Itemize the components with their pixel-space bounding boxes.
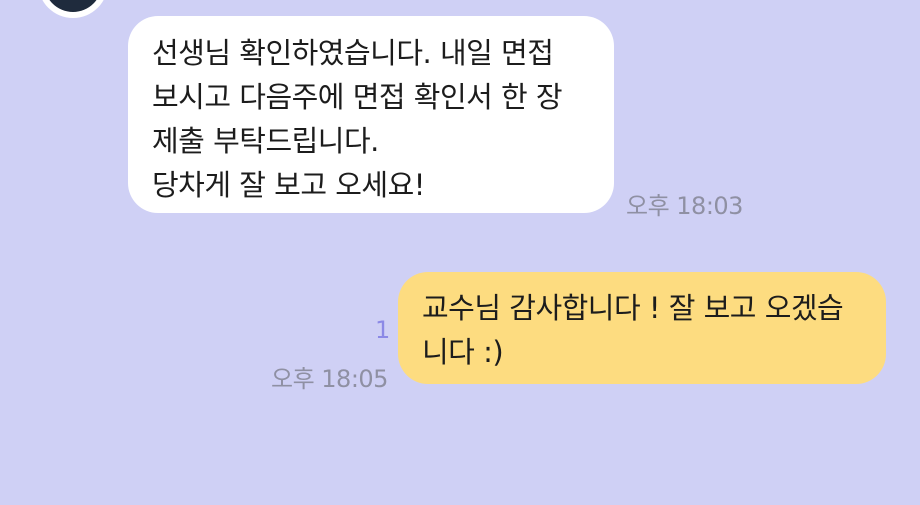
message-line: 니다 :) <box>422 335 504 369</box>
message-line: 제출 부탁드립니다. <box>152 124 379 158</box>
message-line: 선생님 확인하였습니다. 내일 면접 <box>152 36 554 70</box>
message-line: 교수님 감사합니다 ! 잘 보고 오겠습 <box>422 291 844 325</box>
outgoing-message-time: 오후 18:05 <box>271 365 388 393</box>
sender-avatar[interactable] <box>38 0 108 18</box>
avatar-image <box>44 0 102 12</box>
incoming-message-bubble[interactable]: 선생님 확인하였습니다. 내일 면접 보시고 다음주에 면접 확인서 한 장 제… <box>128 16 614 213</box>
incoming-message-time: 오후 18:03 <box>626 192 743 220</box>
message-line: 보시고 다음주에 면접 확인서 한 장 <box>152 80 563 114</box>
message-line: 당차게 잘 보고 오세요! <box>152 168 425 202</box>
outgoing-message-bubble[interactable]: 교수님 감사합니다 ! 잘 보고 오겠습 니다 :) <box>398 272 886 384</box>
unread-count: 1 <box>375 316 391 344</box>
